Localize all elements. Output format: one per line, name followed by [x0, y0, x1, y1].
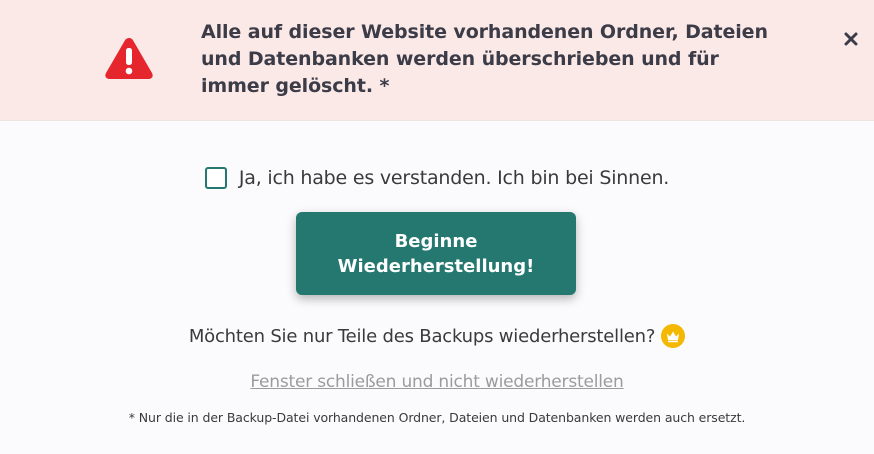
- confirm-checkbox[interactable]: [204, 167, 227, 189]
- close-icon: [844, 32, 858, 46]
- partial-restore-link[interactable]: Möchten Sie nur Teile des Backups wieder…: [189, 326, 656, 347]
- warning-banner: Alle auf dieser Website vorhandenen Ordn…: [0, 0, 874, 121]
- restore-button-line-1: Beginne: [394, 230, 478, 252]
- restore-dialog: Alle auf dieser Website vorhandenen Ordn…: [0, 0, 874, 454]
- partial-restore-row: Möchten Sie nur Teile des Backups wieder…: [0, 322, 874, 350]
- close-link-row: Fenster schließen und nicht wiederherste…: [0, 372, 874, 398]
- warning-message: Alle auf dieser Website vorhandenen Ordn…: [201, 19, 801, 100]
- restore-button-line-2: Wiederherstellung!: [337, 255, 535, 277]
- confirm-row: Ja, ich habe es verstanden. Ich bin bei …: [0, 164, 874, 192]
- warning-line-1: Alle auf dieser Website vorhandenen Ordn…: [201, 21, 768, 43]
- warning-line-2: und Datenbanken werden überschrieben und…: [201, 48, 719, 70]
- footnote: * Nur die in der Backup-Datei vorhandene…: [128, 410, 746, 425]
- confirm-label[interactable]: Ja, ich habe es verstanden. Ich bin bei …: [239, 167, 670, 189]
- close-without-restore-link[interactable]: Fenster schließen und nicht wiederherste…: [250, 372, 623, 392]
- crown-icon[interactable]: [661, 324, 686, 348]
- close-button[interactable]: [838, 26, 864, 52]
- warning-line-3: immer gelöscht. *: [201, 75, 390, 97]
- start-restore-button[interactable]: Beginne Wiederherstellung!: [296, 212, 576, 295]
- warning-triangle-icon: [105, 38, 153, 79]
